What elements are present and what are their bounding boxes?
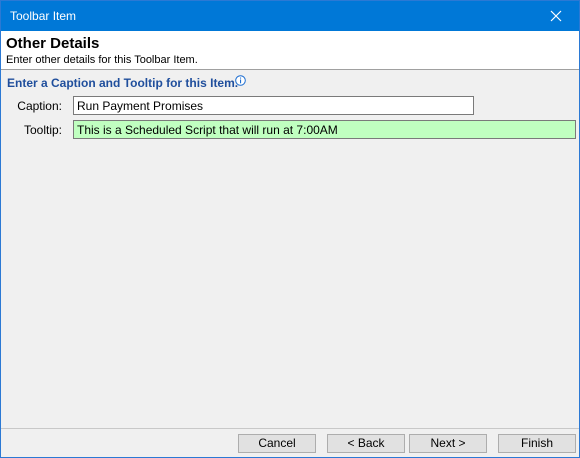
info-icon[interactable] bbox=[235, 75, 246, 86]
back-button[interactable]: < Back bbox=[327, 434, 405, 453]
window-title: Toolbar Item bbox=[10, 9, 77, 23]
page-title: Other Details bbox=[6, 35, 100, 52]
close-button[interactable] bbox=[533, 1, 579, 31]
tooltip-label: Tooltip: bbox=[23, 123, 62, 137]
wizard-header: Other Details Enter other details for th… bbox=[1, 31, 579, 70]
next-button[interactable]: Next > bbox=[409, 434, 487, 453]
tooltip-input[interactable] bbox=[73, 120, 576, 139]
title-bar[interactable]: Toolbar Item bbox=[1, 1, 579, 31]
finish-button[interactable]: Finish bbox=[498, 434, 576, 453]
caption-label: Caption: bbox=[17, 99, 62, 113]
section-heading: Enter a Caption and Tooltip for this Ite… bbox=[7, 76, 239, 90]
close-icon bbox=[550, 10, 562, 22]
footer-divider bbox=[1, 428, 579, 429]
dialog-window: Toolbar Item Other Details Enter other d… bbox=[0, 0, 580, 458]
cancel-button[interactable]: Cancel bbox=[238, 434, 316, 453]
page-subtitle: Enter other details for this Toolbar Ite… bbox=[6, 54, 198, 66]
caption-input[interactable] bbox=[73, 96, 474, 115]
